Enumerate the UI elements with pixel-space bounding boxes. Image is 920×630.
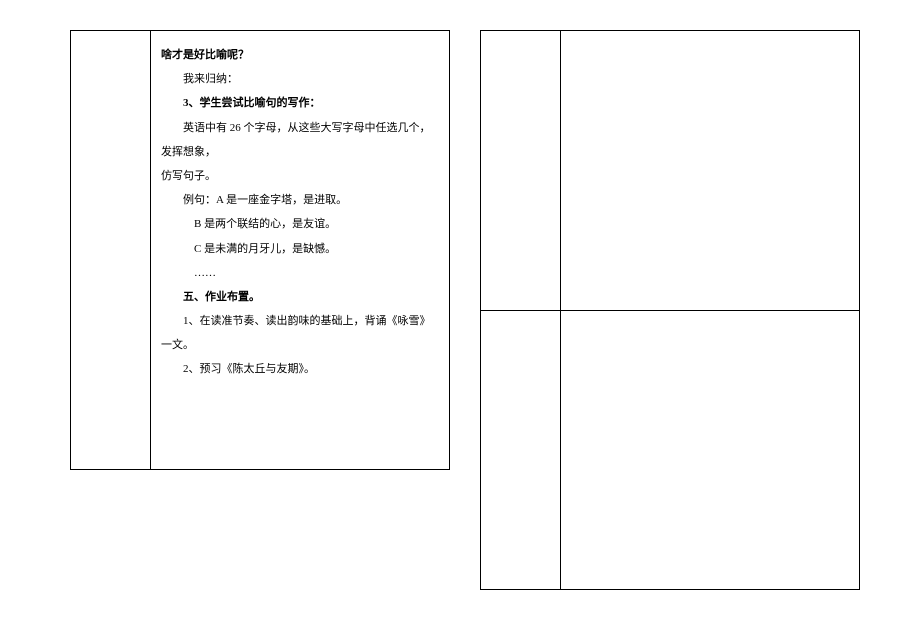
right-bottom-row — [481, 311, 859, 590]
content-column: 啥才是好比喻呢？ 我来归纳： 3、学生尝试比喻句的写作： 英语中有 26 个字母… — [151, 31, 449, 469]
question-heading: 啥才是好比喻呢？ — [161, 43, 439, 67]
example-line: C 是未满的月牙儿，是缺憾。 — [161, 237, 439, 261]
empty-cell — [481, 311, 561, 590]
section-heading: 五、作业布置。 — [161, 285, 439, 309]
section-heading: 3、学生尝试比喻句的写作： — [161, 91, 439, 115]
homework-item: 1、在读准节奏、读出韵味的基础上，背诵《咏雪》一文。 — [161, 309, 439, 357]
empty-cell — [561, 311, 859, 590]
ellipsis-line: …… — [161, 261, 439, 285]
text-line: 英语中有 26 个字母，从这些大写字母中任选几个，发挥想象， — [161, 116, 439, 164]
empty-cell — [481, 31, 561, 310]
text-line: 我来归纳： — [161, 67, 439, 91]
right-page-table — [480, 30, 860, 590]
left-page-table: 啥才是好比喻呢？ 我来归纳： 3、学生尝试比喻句的写作： 英语中有 26 个字母… — [70, 30, 450, 470]
example-line: B 是两个联结的心，是友谊。 — [161, 212, 439, 236]
homework-item: 2、预习《陈太丘与友期》。 — [161, 357, 439, 381]
right-top-row — [481, 31, 859, 311]
left-margin-column — [71, 31, 151, 469]
text-line: 仿写句子。 — [161, 164, 439, 188]
document-spread: 啥才是好比喻呢？ 我来归纳： 3、学生尝试比喻句的写作： 英语中有 26 个字母… — [0, 0, 920, 620]
empty-cell — [561, 31, 859, 310]
example-line: 例句：A 是一座金字塔，是进取。 — [161, 188, 439, 212]
